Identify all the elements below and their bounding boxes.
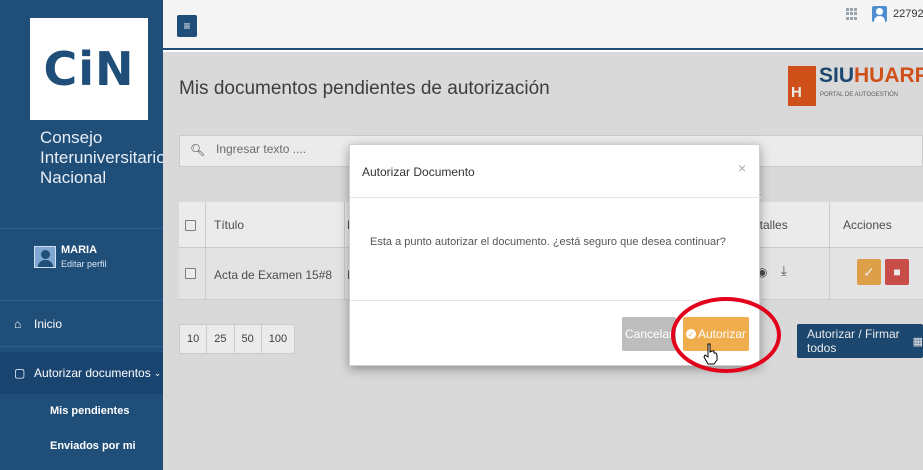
sidebar: CiN Consejo Interuniversitario Nacional … — [0, 0, 166, 470]
edit-profile-link[interactable]: Editar perfil — [61, 259, 107, 269]
dialog-message: Esta a punto autorizar el documento. ¿es… — [370, 236, 726, 248]
user-name: MARIA — [61, 244, 98, 256]
sidebar-subitem-enviados[interactable]: Enviados por mi — [50, 440, 136, 452]
avatar — [34, 245, 56, 268]
org-line: Consejo — [40, 128, 103, 147]
org-line: Nacional — [40, 168, 107, 187]
apps-grid-icon[interactable] — [846, 8, 858, 20]
document-icon: ▢ — [14, 366, 26, 380]
user-icon[interactable] — [872, 6, 887, 22]
dialog-title: Autorizar Documento — [362, 165, 475, 179]
highlight-circle — [671, 297, 781, 373]
cancel-button[interactable]: Cancelar — [622, 317, 676, 351]
org-line: Interuniversitario — [40, 148, 166, 167]
home-icon: ⌂ — [14, 317, 22, 331]
hand-cursor-icon — [703, 343, 718, 365]
divider — [0, 346, 163, 347]
user-id[interactable]: 227929 — [893, 8, 923, 20]
logo-text: CiN — [43, 42, 135, 96]
sidebar-item-inicio[interactable]: ⌂ Inicio — [0, 303, 163, 345]
sidebar-item-label: Autorizar documentos — [34, 366, 151, 380]
sidebar-subitem-pendientes[interactable]: Mis pendientes — [50, 405, 129, 417]
divider — [350, 197, 761, 198]
sidebar-item-autorizar[interactable]: ▢ Autorizar documentos ⌄ — [0, 352, 163, 394]
divider — [0, 228, 163, 229]
chevron-down-icon: ⌄ — [153, 367, 162, 378]
topbar: ≡ 227929 — [163, 0, 923, 50]
menu-toggle-button[interactable]: ≡ — [177, 15, 197, 37]
cin-logo: CiN — [30, 18, 148, 120]
organization-name: Consejo Interuniversitario Nacional — [40, 128, 166, 188]
divider — [0, 300, 163, 301]
sidebar-item-label: Inicio — [34, 317, 63, 331]
close-icon[interactable]: × — [738, 160, 746, 176]
user-profile[interactable]: MARIA Editar perfil — [34, 244, 107, 269]
